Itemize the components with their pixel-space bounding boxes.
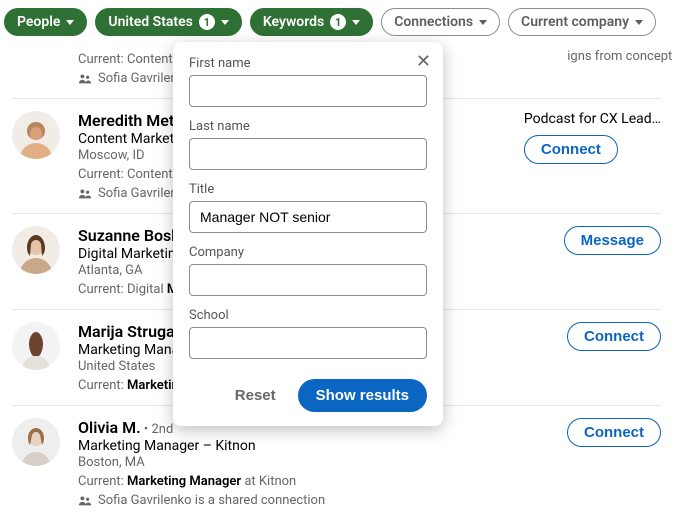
result-location: Boston, MA xyxy=(78,455,553,470)
connect-button[interactable]: Connect xyxy=(567,322,661,351)
result-headline: Marketing Manager – Kitnon xyxy=(78,438,553,454)
avatar[interactable] xyxy=(12,111,60,159)
filter-label: Connections xyxy=(394,14,473,30)
result-action: Connect xyxy=(567,418,661,447)
chevron-down-icon xyxy=(479,20,487,25)
people-icon xyxy=(78,187,92,201)
last-name-label: Last name xyxy=(189,119,427,134)
filter-label: People xyxy=(17,14,60,30)
title-input[interactable] xyxy=(189,201,427,233)
message-button[interactable]: Message xyxy=(564,226,661,255)
school-input[interactable] xyxy=(189,327,427,359)
filter-people[interactable]: People xyxy=(4,8,87,36)
people-icon xyxy=(78,72,92,86)
result-meta: Olivia M. • 2nd Marketing Manager – Kitn… xyxy=(74,418,553,508)
keywords-dropdown: ✕ First name Last name Title Company Sch… xyxy=(173,42,443,426)
dropdown-actions: Reset Show results xyxy=(189,379,427,412)
current-position: Current: Marketing Manager at Kitnon xyxy=(78,474,553,489)
filter-count-badge: 1 xyxy=(199,14,215,30)
snippet-right: Podcast for CX Lead… xyxy=(524,111,661,127)
show-results-button[interactable]: Show results xyxy=(298,379,427,412)
school-label: School xyxy=(189,308,427,323)
filter-label: Current company xyxy=(521,14,629,30)
filter-count-badge: 1 xyxy=(330,14,346,30)
reset-button[interactable]: Reset xyxy=(225,381,286,410)
avatar[interactable] xyxy=(12,226,60,274)
first-name-label: First name xyxy=(189,56,427,71)
filter-location[interactable]: United States 1 xyxy=(95,8,241,36)
result-action: Connect xyxy=(567,322,661,351)
filter-current-company[interactable]: Current company xyxy=(508,8,656,36)
shared-connection: Sofia Gavrilenko is a shared connection xyxy=(78,493,553,508)
avatar[interactable] xyxy=(12,322,60,370)
filter-bar: People United States 1 Keywords 1 Connec… xyxy=(0,0,673,48)
avatar[interactable] xyxy=(12,418,60,466)
connect-button[interactable]: Connect xyxy=(567,418,661,447)
chevron-down-icon xyxy=(635,20,643,25)
filter-keywords[interactable]: Keywords 1 xyxy=(250,8,373,36)
chevron-down-icon xyxy=(221,20,229,25)
snippet-right: igns from concept… xyxy=(567,49,673,64)
filter-connections[interactable]: Connections xyxy=(381,8,500,36)
filter-label: Keywords xyxy=(263,14,324,30)
company-input[interactable] xyxy=(189,264,427,296)
connect-button[interactable]: Connect xyxy=(524,135,618,164)
result-action: igns from concept… xyxy=(547,48,661,64)
chevron-down-icon xyxy=(66,20,74,25)
result-action: Podcast for CX Lead… Connect xyxy=(524,111,661,164)
people-icon xyxy=(78,494,92,508)
title-label: Title xyxy=(189,182,427,197)
first-name-input[interactable] xyxy=(189,75,427,107)
result-action: Message xyxy=(564,226,661,255)
chevron-down-icon xyxy=(352,20,360,25)
last-name-input[interactable] xyxy=(189,138,427,170)
close-icon[interactable]: ✕ xyxy=(416,52,431,70)
company-label: Company xyxy=(189,245,427,260)
filter-label: United States xyxy=(108,14,192,30)
